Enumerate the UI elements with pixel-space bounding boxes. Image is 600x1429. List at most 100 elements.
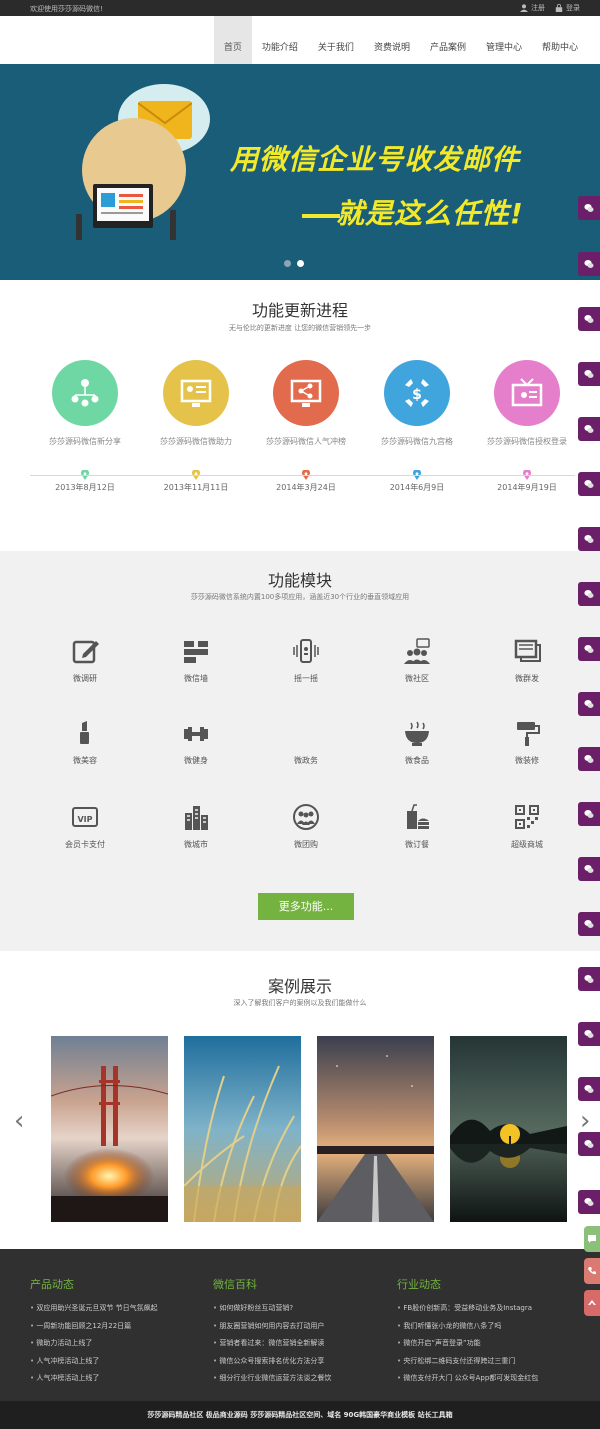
dumbbell-icon bbox=[184, 727, 208, 741]
footer-link[interactable]: 人气冲榜活动上线了 bbox=[30, 1353, 158, 1371]
feature-item[interactable]: 微调研 bbox=[45, 637, 125, 684]
nav-item-3[interactable]: 资费说明 bbox=[364, 16, 420, 64]
footer-link[interactable]: 我们听懂张小龙的微信八条了吗 bbox=[397, 1318, 538, 1336]
nav-item-2[interactable]: 关于我们 bbox=[308, 16, 364, 64]
chat-button[interactable] bbox=[584, 1226, 600, 1252]
case-image-golden-gate[interactable] bbox=[51, 1036, 168, 1222]
vip-card-icon: VIP bbox=[72, 807, 98, 827]
side-chat-tab[interactable] bbox=[578, 417, 600, 441]
footer-link[interactable]: 如何做好粉丝互动营销? bbox=[213, 1300, 331, 1318]
case-image-wheat-grass[interactable] bbox=[184, 1036, 301, 1222]
footer-link[interactable]: 微助力活动上线了 bbox=[30, 1335, 158, 1353]
side-chat-tab[interactable] bbox=[578, 802, 600, 826]
feature-label: 微食品 bbox=[405, 756, 429, 765]
feature-item[interactable]: 微城市 bbox=[156, 803, 236, 850]
footer-link[interactable]: 央行松绑二维码支付还得跨过三重门 bbox=[397, 1353, 538, 1371]
timeline-line bbox=[30, 475, 575, 476]
side-chat-tab[interactable] bbox=[578, 967, 600, 991]
account-links: 注册 登录 bbox=[520, 3, 580, 13]
phone-button[interactable] bbox=[584, 1258, 600, 1284]
feature-label: 摇一摇 bbox=[294, 674, 318, 683]
feature-item[interactable]: 摇一摇 bbox=[266, 637, 346, 684]
timeline-item[interactable]: 莎莎源码微信人气冲榜 bbox=[251, 360, 361, 447]
nav-item-4[interactable]: 产品案例 bbox=[420, 16, 476, 64]
side-chat-tab[interactable] bbox=[578, 1190, 600, 1214]
side-chat-tab[interactable] bbox=[578, 252, 600, 276]
footer-links-bar[interactable]: 莎莎源码精品社区 极品商业源码 莎莎源码精品社区空间、域名 90G韩国豪华商业模… bbox=[0, 1401, 600, 1429]
shake-phone-icon bbox=[293, 639, 319, 663]
case-image-lake-tree[interactable] bbox=[450, 1036, 567, 1222]
footer-link[interactable]: 一周新功能回顾之12月22日篇 bbox=[30, 1318, 158, 1336]
side-chat-tab[interactable] bbox=[578, 196, 600, 220]
back-to-top-button[interactable] bbox=[584, 1290, 600, 1316]
nav-item-1[interactable]: 功能介绍 bbox=[252, 16, 308, 64]
case-image-night-road[interactable] bbox=[317, 1036, 434, 1222]
footer-link[interactable]: 朋友圈营销如何用内容去打动用户 bbox=[213, 1318, 331, 1336]
side-chat-tab[interactable] bbox=[578, 912, 600, 936]
wechat-icon bbox=[584, 865, 594, 873]
side-chat-tab[interactable] bbox=[578, 857, 600, 881]
feature-item[interactable]: 微美容 bbox=[45, 719, 125, 766]
wechat-icon bbox=[584, 920, 594, 928]
footer-link[interactable]: 双应用助兴圣诞元旦双节 节日气氛飙起 bbox=[30, 1300, 157, 1318]
wechat-icon bbox=[584, 535, 594, 543]
feature-label: 会员卡支付 bbox=[65, 840, 105, 849]
nav-item-5[interactable]: 管理中心 bbox=[476, 16, 532, 64]
timeline-item[interactable]: $ 莎莎源码微信九宫格 bbox=[362, 360, 472, 447]
timeline-item[interactable]: 莎莎源码微信新分享 bbox=[30, 360, 140, 447]
side-chat-tab[interactable] bbox=[578, 1077, 600, 1101]
side-chat-tab[interactable] bbox=[578, 1132, 600, 1156]
feature-item[interactable]: 微社区 bbox=[377, 637, 457, 684]
food-bowl-icon bbox=[405, 721, 429, 746]
feature-item[interactable]: 微政务 bbox=[266, 719, 346, 766]
footer-link[interactable]: 微信公众号搜索排名优化方法分享 bbox=[213, 1353, 331, 1371]
footer-link[interactable]: 微信支付开大门 公众号App都可发现金红包 bbox=[397, 1370, 538, 1388]
footer-link[interactable]: 细分行业行业微信运营方法谈之餐饮 bbox=[213, 1370, 331, 1388]
feature-item[interactable]: 微信墙 bbox=[156, 637, 236, 684]
side-chat-tab[interactable] bbox=[578, 527, 600, 551]
register-link[interactable]: 注册 bbox=[520, 3, 545, 13]
feature-item[interactable]: 超级商城 bbox=[487, 803, 567, 850]
profile-card-icon bbox=[163, 360, 229, 426]
side-chat-tab[interactable] bbox=[578, 1022, 600, 1046]
tagline-dash bbox=[302, 214, 340, 218]
footer-link[interactable]: 微信开启“声音登录”功能 bbox=[397, 1335, 538, 1353]
nav-item-6[interactable]: 帮助中心 bbox=[532, 16, 588, 64]
footer-link[interactable]: 人气冲榜活动上线了 bbox=[30, 1370, 158, 1388]
feature-item[interactable]: 微装修 bbox=[487, 719, 567, 766]
feature-item[interactable]: VIP 会员卡支付 bbox=[45, 803, 125, 850]
login-link[interactable]: 登录 bbox=[555, 3, 580, 13]
svg-text:$: $ bbox=[412, 387, 422, 403]
chat-bubble-icon bbox=[588, 1235, 596, 1243]
nav-item-0[interactable]: 首页 bbox=[213, 16, 252, 64]
arrow-up-icon bbox=[588, 1300, 596, 1305]
feature-item[interactable]: 微健身 bbox=[156, 719, 236, 766]
timeline-item[interactable]: 莎莎源码微信授权登录 bbox=[472, 360, 582, 447]
prev-arrow-icon[interactable]: ‹ bbox=[14, 1106, 24, 1136]
footer-link[interactable]: FB股价创新高：受益移动业务及Instagra bbox=[397, 1300, 538, 1318]
feature-item[interactable]: 微食品 bbox=[377, 719, 457, 766]
wechat-icon bbox=[584, 755, 594, 763]
welcome-text: 欢迎使用莎莎源码微信! bbox=[30, 5, 103, 13]
tv-o2o-icon bbox=[494, 360, 560, 426]
side-chat-tab[interactable] bbox=[578, 307, 600, 331]
footer-column: 微信百科如何做好粉丝互动营销?朋友圈营销如何用内容去打动用户营销者看过来：微信营… bbox=[213, 1276, 331, 1388]
feature-item[interactable]: 微群发 bbox=[487, 637, 567, 684]
side-chat-tab[interactable] bbox=[578, 747, 600, 771]
side-chat-tab[interactable] bbox=[578, 582, 600, 606]
slide-dot-1[interactable] bbox=[284, 260, 291, 267]
timeline-item[interactable]: 莎莎源码微信微助力 bbox=[141, 360, 251, 447]
slide-dot-2[interactable] bbox=[297, 260, 304, 267]
side-chat-tab[interactable] bbox=[578, 362, 600, 386]
phone-icon bbox=[588, 1267, 596, 1275]
feature-label: 微健身 bbox=[184, 756, 208, 765]
side-chat-tab[interactable] bbox=[578, 692, 600, 716]
user-icon bbox=[520, 4, 528, 12]
feature-item[interactable]: 微团购 bbox=[266, 803, 346, 850]
feature-item[interactable]: 微订餐 bbox=[377, 803, 457, 850]
footer-link[interactable]: 营销者看过来：微信营销全新解读 bbox=[213, 1335, 331, 1353]
side-chat-tab[interactable] bbox=[578, 637, 600, 661]
timeline-label: 莎莎源码微信人气冲榜 bbox=[266, 437, 346, 446]
side-chat-tab[interactable] bbox=[578, 472, 600, 496]
more-features-button[interactable]: 更多功能... bbox=[258, 893, 354, 920]
